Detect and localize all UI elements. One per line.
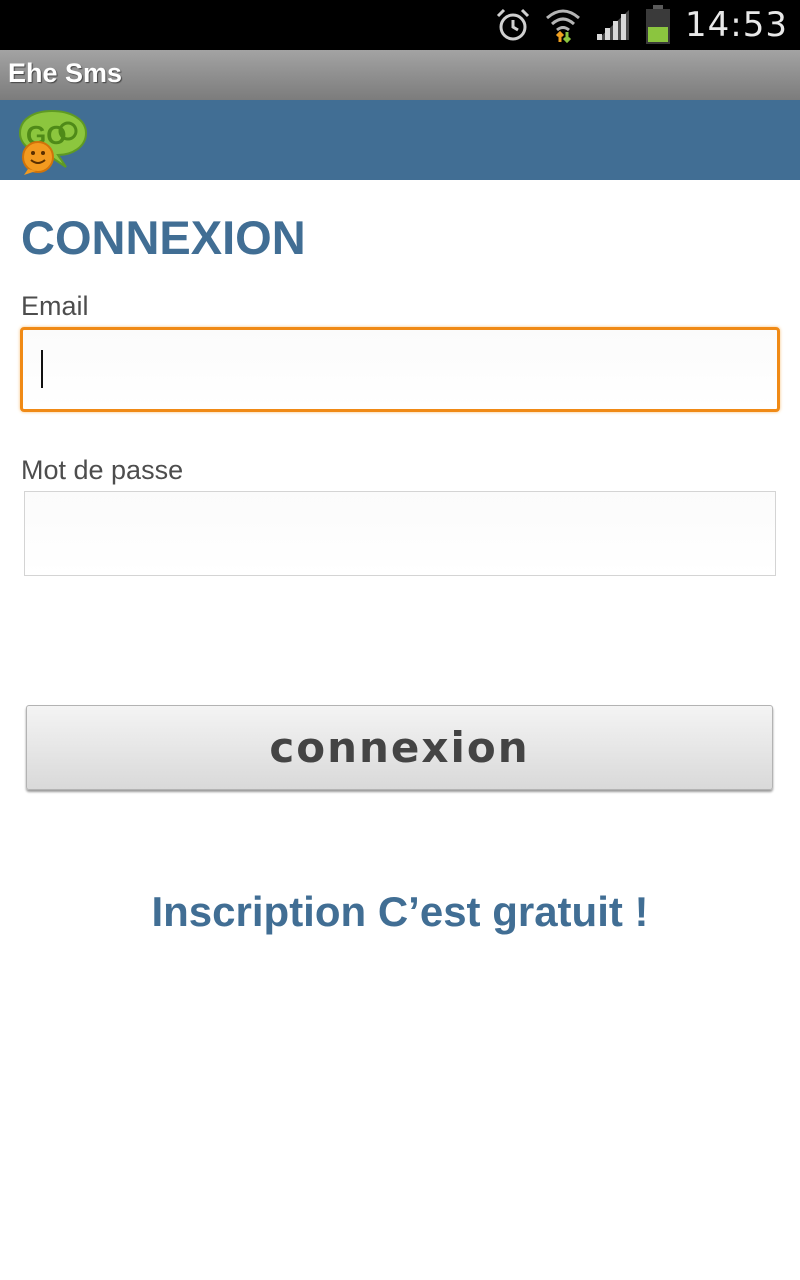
login-button[interactable]: connexion [26,705,773,790]
header-band [0,100,800,180]
status-bar: 14:53 [0,0,800,50]
battery-icon [646,5,671,44]
email-field[interactable] [20,327,780,412]
wifi-icon [546,9,581,44]
page-title: CONNEXION [21,211,306,264]
status-icons: 14:53 [495,0,800,50]
signup-link[interactable]: Inscription C’est gratuit ! [0,888,800,936]
clock: 14:53 [685,5,788,45]
password-label: Mot de passe [21,455,184,485]
email-label: Email [21,291,89,321]
password-field[interactable] [24,491,776,576]
title-bar: Ehe Sms [0,50,800,100]
alarm-icon [496,8,530,41]
go-sms-logo-icon: GO [18,109,88,175]
text-caret [41,350,43,388]
app-title: Ehe Sms [8,58,123,88]
signal-icon [597,10,630,40]
